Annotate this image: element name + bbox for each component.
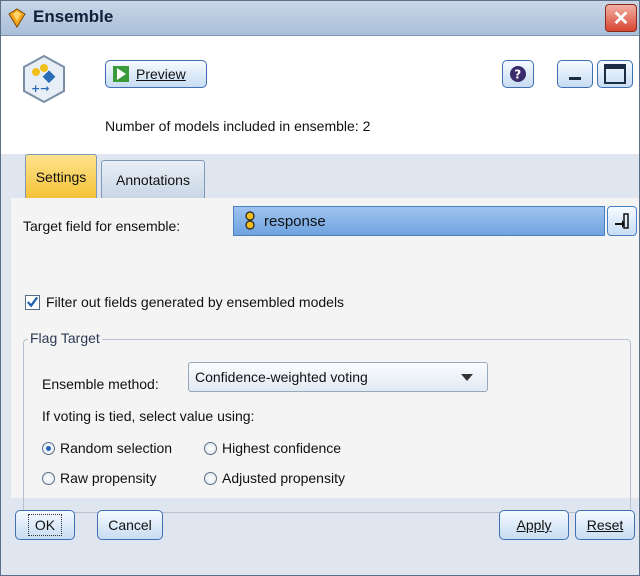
- tab-annotations[interactable]: Annotations: [101, 160, 205, 198]
- svg-text:?: ?: [514, 68, 521, 82]
- ensemble-node-icon: +→: [23, 54, 65, 104]
- minimize-button[interactable]: [557, 60, 593, 88]
- svg-text:+→: +→: [31, 82, 49, 95]
- ensemble-title-icon: [8, 8, 26, 28]
- target-field-input[interactable]: response: [233, 206, 605, 236]
- radio-raw-propensity-label: Raw propensity: [60, 470, 157, 486]
- window-title: Ensemble: [33, 7, 114, 26]
- title-bar[interactable]: Ensemble ✕: [1, 1, 639, 36]
- checkmark-icon: [27, 296, 39, 308]
- target-field-value: response: [264, 212, 326, 230]
- radio-button-selected[interactable]: [42, 441, 55, 455]
- flag-icon: [245, 211, 255, 230]
- cancel-label: Cancel: [108, 517, 152, 533]
- help-button[interactable]: ?: [502, 60, 534, 88]
- preview-label: Preview: [136, 66, 186, 82]
- filter-fields-row[interactable]: Filter out fields generated by ensembled…: [25, 294, 344, 310]
- flag-target-group: Flag Target Ensemble method: Confidence-…: [23, 330, 631, 513]
- maximize-button[interactable]: [597, 60, 633, 88]
- header-panel: +→ Preview ? Number of models included i…: [1, 36, 639, 154]
- ok-button[interactable]: OK: [15, 510, 75, 540]
- radio-random-selection-label: Random selection: [60, 440, 173, 456]
- cancel-button[interactable]: Cancel: [97, 510, 163, 540]
- tie-break-label: If voting is tied, select value using:: [42, 408, 255, 424]
- radio-button[interactable]: [42, 471, 55, 485]
- settings-panel: Target field for ensemble: response Filt…: [11, 198, 639, 513]
- radio-adjusted-propensity-label: Adjusted propensity: [222, 470, 345, 486]
- radio-highest-confidence-label: Highest confidence: [222, 440, 342, 456]
- ensemble-method-value: Confidence-weighted voting: [195, 369, 368, 385]
- field-picker-button[interactable]: [607, 206, 637, 236]
- minimize-icon: [569, 77, 581, 80]
- radio-adjusted-propensity[interactable]: Adjusted propensity: [204, 470, 345, 486]
- preview-icon: [113, 66, 129, 82]
- maximize-icon: [604, 64, 626, 84]
- radio-button[interactable]: [204, 471, 217, 485]
- close-button[interactable]: ✕: [605, 4, 637, 32]
- radio-raw-propensity[interactable]: Raw propensity: [42, 470, 157, 486]
- reset-label: Reset: [586, 517, 624, 533]
- radio-highest-confidence[interactable]: Highest confidence: [204, 440, 341, 456]
- chevron-down-icon: [461, 374, 473, 381]
- help-icon: ?: [510, 66, 526, 82]
- tab-strip: Settings Annotations: [1, 154, 639, 198]
- preview-button[interactable]: Preview: [105, 60, 207, 88]
- filter-fields-label: Filter out fields generated by ensembled…: [46, 294, 345, 310]
- models-count-text: Number of models included in ensemble: 2: [105, 118, 371, 134]
- ensemble-method-select[interactable]: Confidence-weighted voting: [188, 362, 488, 392]
- ok-label: OK: [27, 514, 63, 536]
- radio-random-selection[interactable]: Random selection: [42, 440, 172, 456]
- close-icon: ✕: [612, 7, 630, 30]
- tab-settings[interactable]: Settings: [25, 154, 97, 198]
- field-picker-icon: [615, 213, 629, 229]
- target-field-label: Target field for ensemble:: [23, 218, 181, 234]
- ensemble-method-label: Ensemble method:: [42, 376, 159, 392]
- ensemble-dialog: Ensemble ✕ +→ Preview ? Number of models…: [0, 0, 640, 576]
- radio-button[interactable]: [204, 441, 217, 455]
- filter-fields-checkbox[interactable]: [25, 294, 40, 310]
- apply-button[interactable]: Apply: [499, 510, 569, 540]
- reset-button[interactable]: Reset: [575, 510, 635, 540]
- flag-target-legend: Flag Target: [28, 330, 102, 346]
- apply-label: Apply: [516, 517, 552, 533]
